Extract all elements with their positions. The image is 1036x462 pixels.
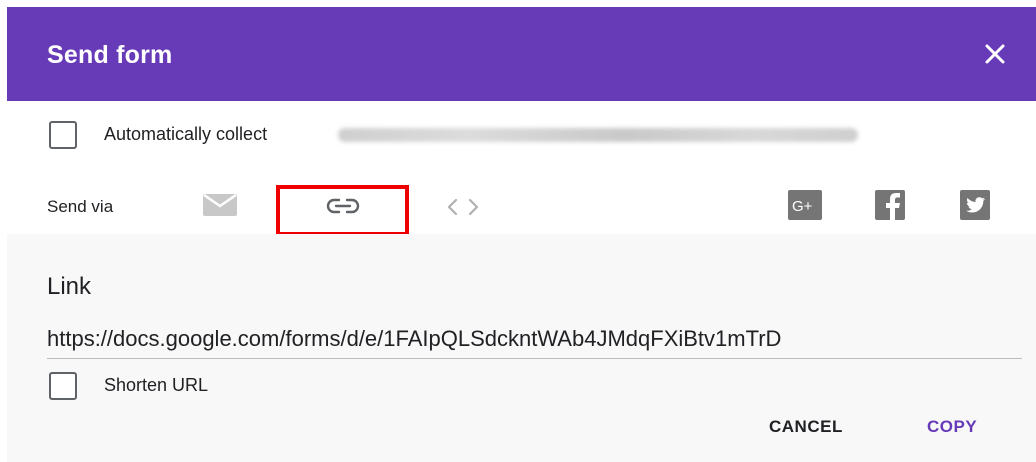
close-button[interactable] <box>982 41 1008 67</box>
send-via-embed-button[interactable] <box>447 197 479 222</box>
share-google-plus-button[interactable]: G+ <box>788 190 822 225</box>
blurred-text <box>338 128 858 142</box>
svg-text:G+: G+ <box>792 198 813 215</box>
embed-icon <box>447 198 479 216</box>
link-heading: Link <box>47 273 92 300</box>
send-via-label: Send via <box>47 197 114 216</box>
copy-button[interactable]: COPY <box>927 417 977 437</box>
share-twitter-button[interactable] <box>960 190 990 225</box>
url-underline <box>47 358 1022 359</box>
close-icon <box>985 44 1005 64</box>
google-plus-icon: G+ <box>788 190 822 220</box>
selected-highlight <box>276 185 409 236</box>
dialog-header: Send form <box>7 7 1036 101</box>
dialog-title: Send form <box>47 41 173 69</box>
email-icon <box>203 193 237 216</box>
collect-email-checkbox[interactable] <box>49 121 77 149</box>
share-facebook-button[interactable] <box>875 190 905 225</box>
cancel-button[interactable]: CANCEL <box>769 417 843 437</box>
shorten-url-label: Shorten URL <box>104 375 209 395</box>
collect-email-label: Automatically collect <box>104 124 268 144</box>
twitter-icon <box>960 190 990 220</box>
facebook-icon <box>875 190 905 220</box>
send-via-email-button[interactable] <box>203 193 237 221</box>
shorten-url-checkbox[interactable] <box>49 372 77 400</box>
send-form-dialog: Send form Automatically collect Send via <box>0 0 1036 462</box>
link-url-field[interactable]: https://docs.google.com/forms/d/e/1FAIpQ… <box>47 326 1025 352</box>
